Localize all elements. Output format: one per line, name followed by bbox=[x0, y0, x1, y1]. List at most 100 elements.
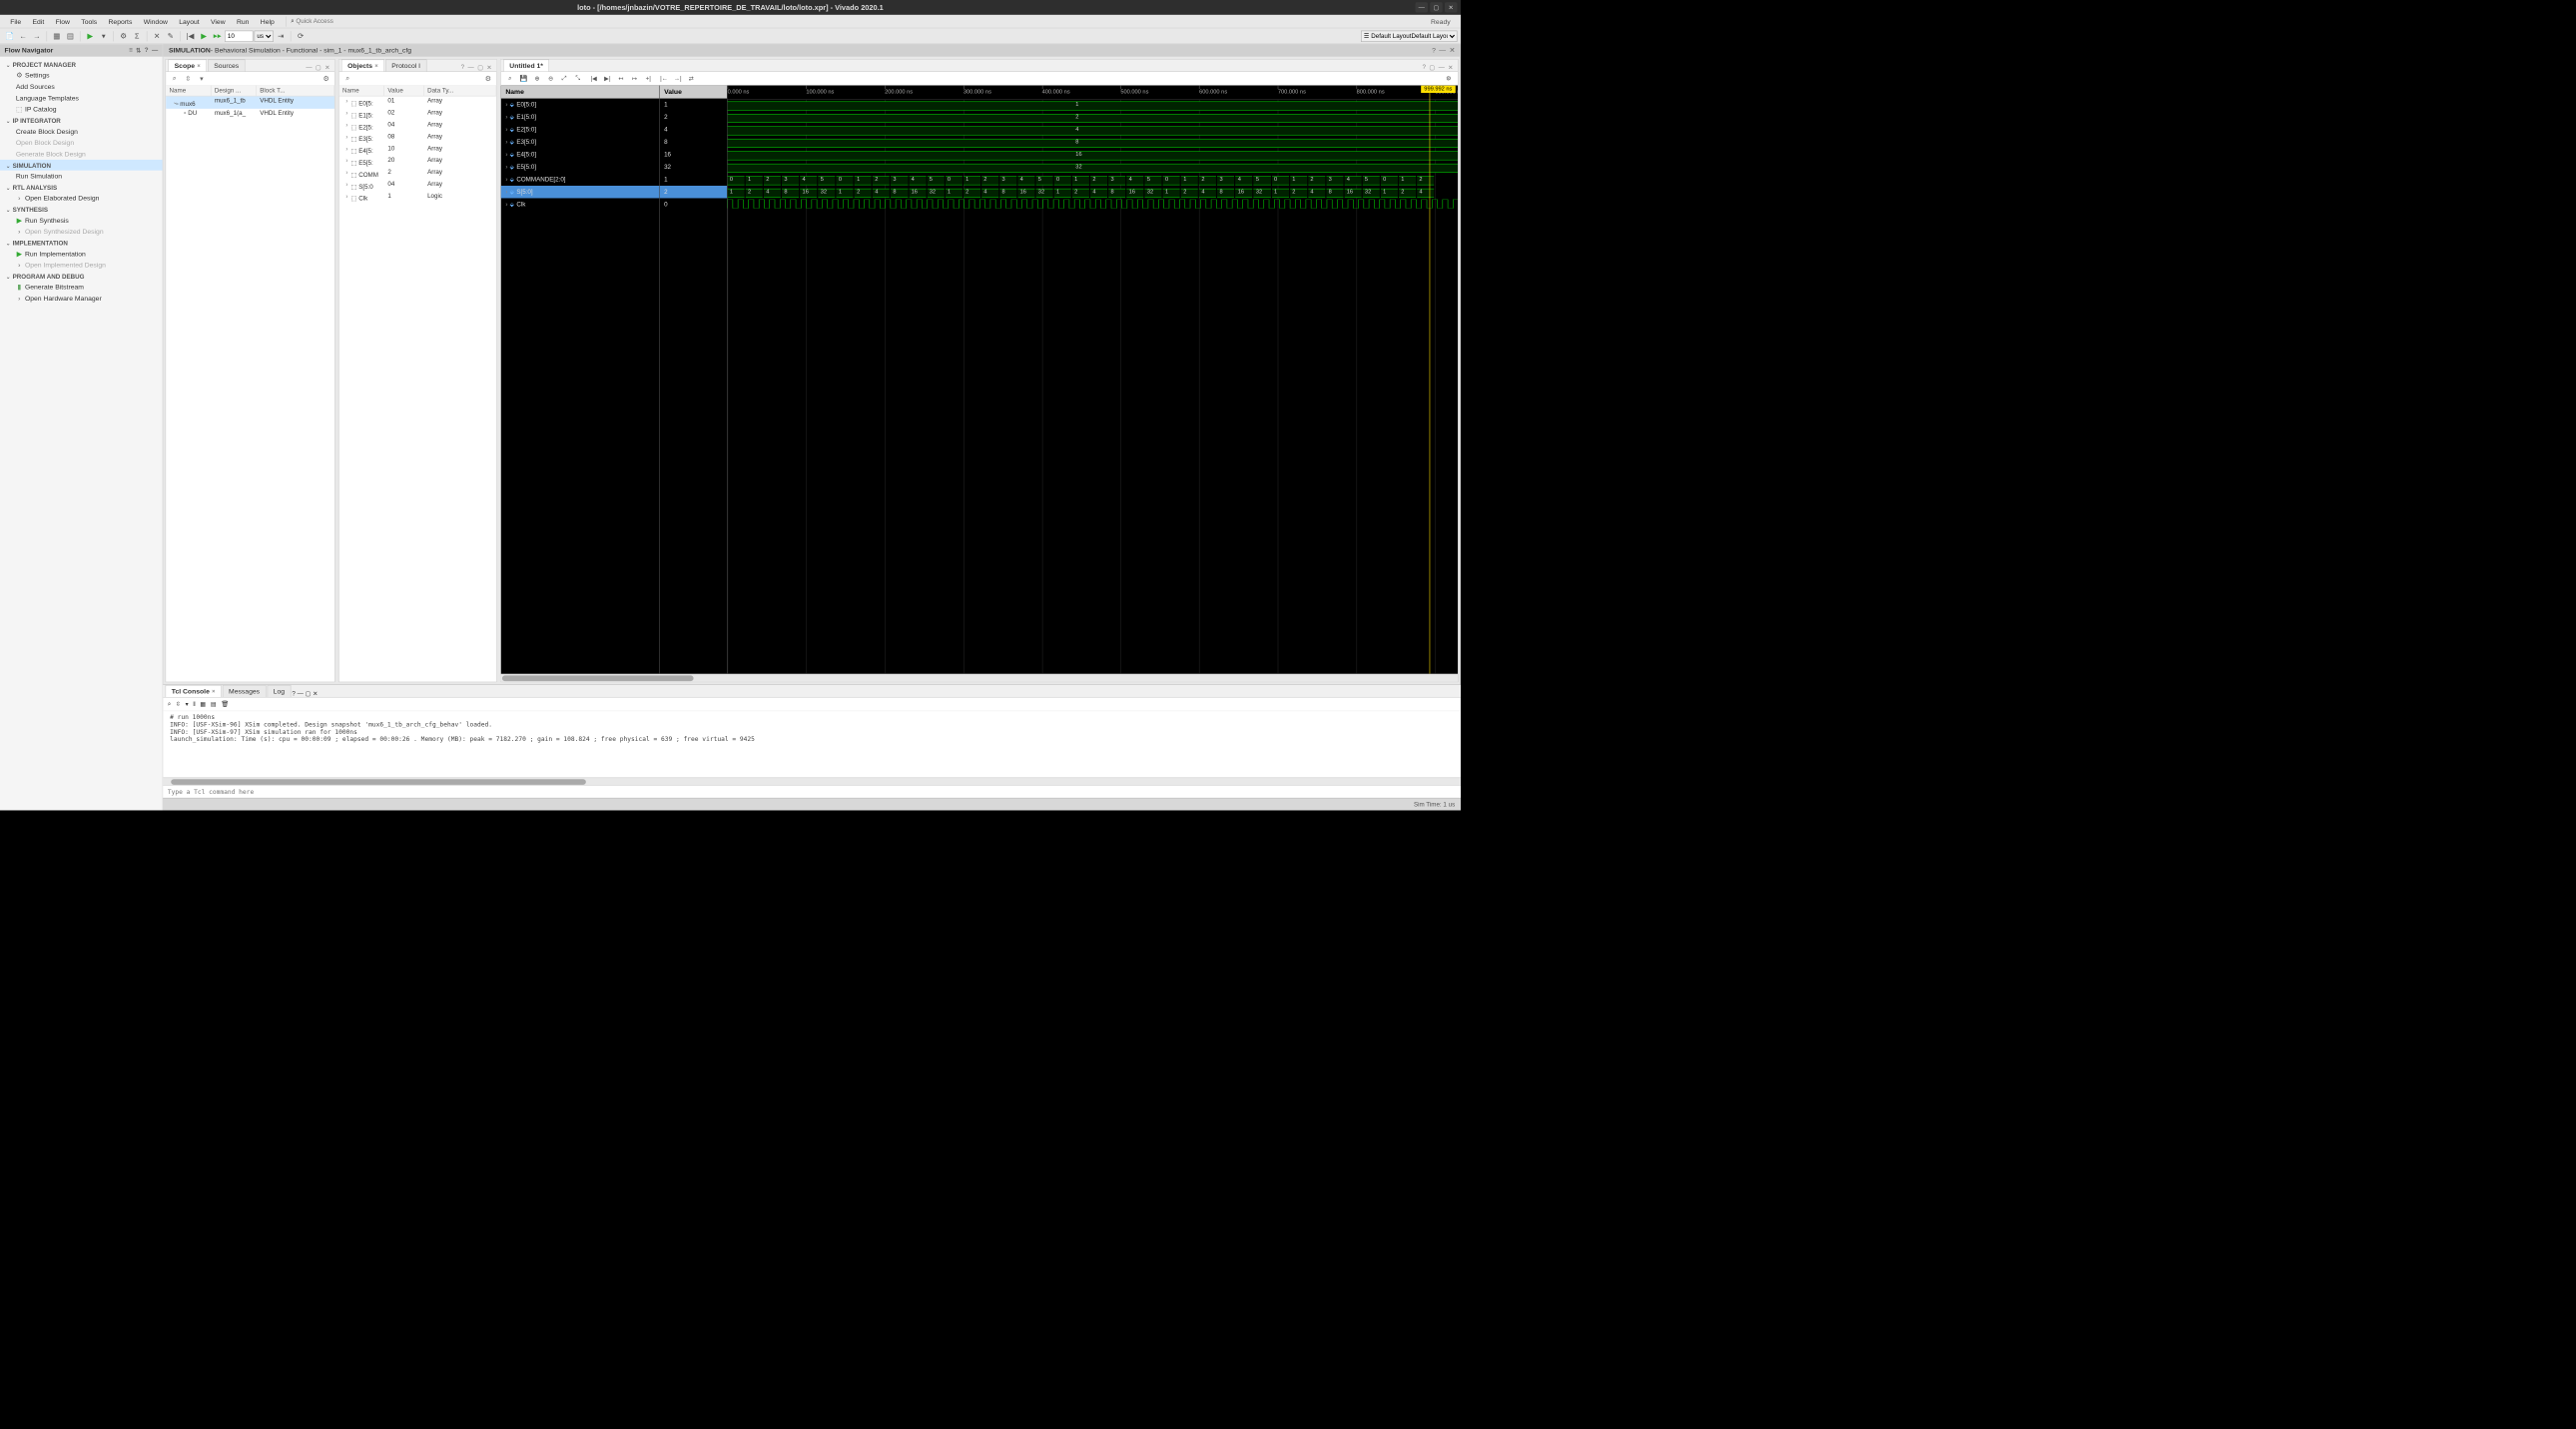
save-icon[interactable]: 💾 bbox=[518, 73, 529, 84]
maximize-icon[interactable]: ▢ bbox=[306, 690, 312, 697]
minimize-panel-icon[interactable]: — bbox=[1439, 46, 1446, 54]
menu-layout[interactable]: Layout bbox=[174, 17, 206, 25]
run-icon[interactable] bbox=[84, 30, 96, 42]
console-output[interactable]: # run 1000ns INFO: [USF-XSim-96] XSim co… bbox=[163, 711, 1461, 777]
next-marker-icon[interactable]: →| bbox=[672, 73, 683, 84]
wave-row[interactable]: 1 bbox=[728, 100, 1458, 112]
close-icon[interactable]: ✕ bbox=[1448, 64, 1453, 71]
close-tab-icon[interactable]: × bbox=[197, 63, 200, 69]
swap-icon[interactable]: ⇄ bbox=[686, 73, 697, 84]
clear-icon[interactable]: ▦ bbox=[200, 700, 206, 707]
close-icon[interactable]: ✕ bbox=[324, 64, 329, 71]
run-for-value[interactable] bbox=[225, 30, 253, 41]
close-icon[interactable]: ✕ bbox=[313, 690, 318, 697]
object-row[interactable]: › ⬚ S[5:004Array bbox=[339, 180, 497, 192]
flow-item-run-implementation[interactable]: Run Implementation bbox=[0, 248, 163, 259]
flow-item-run-synthesis[interactable]: Run Synthesis bbox=[0, 215, 163, 226]
flow-item-create-block-design[interactable]: Create Block Design bbox=[0, 126, 163, 137]
next-trans-icon[interactable]: ↦ bbox=[629, 73, 640, 84]
cancel-icon[interactable]: ✕ bbox=[151, 30, 163, 42]
help-icon[interactable]: ? bbox=[145, 47, 149, 54]
help-icon[interactable]: ? bbox=[461, 64, 464, 71]
run-for-unit[interactable]: us bbox=[255, 30, 274, 41]
help-icon[interactable]: ? bbox=[1422, 64, 1425, 71]
waveform-chart[interactable]: 999.992 ns 0.000 ns100.000 ns200.000 ns3… bbox=[728, 86, 1458, 674]
pause-icon[interactable] bbox=[193, 701, 196, 708]
flow-section-ip-integrator[interactable]: IP INTEGRATOR bbox=[0, 115, 163, 126]
menu-tools[interactable]: Tools bbox=[76, 17, 103, 25]
wave-signal-name[interactable]: ›⬙E3[5:0] bbox=[501, 136, 659, 148]
dropdown-run-icon[interactable]: ▾ bbox=[98, 30, 110, 42]
hide-icon[interactable]: — bbox=[152, 47, 158, 54]
flow-item-open-hardware-manager[interactable]: Open Hardware Manager bbox=[0, 293, 163, 304]
flow-section-simulation[interactable]: SIMULATION bbox=[0, 160, 163, 171]
wave-h-scrollbar[interactable] bbox=[501, 674, 1458, 682]
wave-signal-name[interactable]: ›⬙E4[5:0] bbox=[501, 149, 659, 161]
minimize-icon[interactable]: — bbox=[306, 64, 312, 71]
search-icon[interactable] bbox=[168, 700, 171, 707]
menu-window[interactable]: Window bbox=[138, 17, 174, 25]
object-row[interactable]: › ⬚ E3[5:08Array bbox=[339, 132, 497, 144]
layout-select[interactable]: ☰ Default LayoutDefault Layout bbox=[1361, 30, 1457, 41]
tab-objects[interactable]: Objects × bbox=[341, 60, 384, 72]
minimize-button[interactable]: — bbox=[1415, 2, 1427, 12]
wave-row[interactable]: 4 bbox=[728, 125, 1458, 137]
col-type[interactable]: Data Ty... bbox=[424, 86, 497, 96]
collapse-icon[interactable]: ≡ bbox=[129, 47, 133, 54]
minimize-icon[interactable]: — bbox=[298, 690, 304, 697]
tab-sources[interactable]: Sources bbox=[208, 60, 245, 72]
flow-item-open-elaborated-design[interactable]: Open Elaborated Design bbox=[0, 193, 163, 204]
search-icon[interactable] bbox=[342, 73, 352, 83]
object-row[interactable]: › ⬚ Clk1Logic bbox=[339, 192, 497, 204]
redo-icon[interactable]: → bbox=[31, 30, 43, 42]
wave-row[interactable]: 012345012345012345012345012345012345012 bbox=[728, 175, 1458, 187]
filter-icon[interactable]: ▾ bbox=[197, 73, 207, 83]
wave-signal-name[interactable]: ›⬙Clk bbox=[501, 198, 659, 210]
tab-messages[interactable]: Messages bbox=[223, 685, 266, 697]
wave-signal-name[interactable]: ›⬙S[5:0] bbox=[501, 186, 659, 198]
tab-waveform[interactable]: Untitled 1* bbox=[503, 60, 549, 72]
relaunch-icon[interactable] bbox=[295, 30, 307, 42]
menu-file[interactable]: File bbox=[5, 17, 27, 25]
tcl-command-input[interactable] bbox=[163, 786, 1461, 798]
zoom-out-icon[interactable]: ⊖ bbox=[545, 73, 556, 84]
tab-tcl-console[interactable]: Tcl Console × bbox=[166, 685, 222, 697]
time-cursor[interactable] bbox=[1430, 86, 1431, 674]
flow-section-program-and-debug[interactable]: PROGRAM AND DEBUG bbox=[0, 271, 163, 282]
object-row[interactable]: › ⬚ E5[5:20Array bbox=[339, 156, 497, 168]
menu-run[interactable]: Run bbox=[231, 17, 255, 25]
gear-icon[interactable]: ⚙ bbox=[117, 30, 129, 42]
flow-item-ip-catalog[interactable]: IP Catalog bbox=[0, 104, 163, 115]
flow-section-implementation[interactable]: IMPLEMENTATION bbox=[0, 238, 163, 249]
add-marker-icon[interactable]: +| bbox=[643, 73, 654, 84]
wave-signal-name[interactable]: ›⬙E2[5:0] bbox=[501, 124, 659, 136]
toggle-icon[interactable]: ▤ bbox=[211, 700, 217, 707]
paste-icon[interactable]: ▤ bbox=[64, 30, 76, 42]
go-start-icon[interactable] bbox=[588, 73, 599, 84]
maximize-button[interactable]: ▢ bbox=[1430, 2, 1442, 12]
wave-row[interactable]: 1248163212481632124816321248163212481632… bbox=[728, 187, 1458, 199]
flow-item-generate-bitstream[interactable]: Generate Bitstream bbox=[0, 282, 163, 293]
close-icon[interactable]: ✕ bbox=[486, 64, 491, 71]
col-name[interactable]: Name bbox=[339, 86, 384, 96]
maximize-icon[interactable]: ▢ bbox=[316, 64, 322, 71]
object-row[interactable]: › ⬚ E2[5:04Array bbox=[339, 120, 497, 132]
menu-reports[interactable]: Reports bbox=[103, 17, 138, 25]
flow-item-run-simulation[interactable]: Run Simulation bbox=[0, 171, 163, 182]
gear-icon[interactable]: ⚙ bbox=[483, 73, 493, 83]
wave-row[interactable]: 32 bbox=[728, 162, 1458, 174]
edit-icon[interactable]: ✎ bbox=[164, 30, 176, 42]
tab-scope[interactable]: Scope × bbox=[168, 60, 206, 72]
col-value[interactable]: Value bbox=[384, 86, 424, 96]
wave-signal-name[interactable]: ›⬙E1[5:0] bbox=[501, 111, 659, 123]
flow-section-project-manager[interactable]: PROJECT MANAGER bbox=[0, 59, 163, 70]
search-icon[interactable] bbox=[170, 73, 180, 83]
scope-row[interactable]: ▫ DUmux6_1(a_VHDL Entity bbox=[166, 109, 334, 118]
help-icon[interactable]: ? bbox=[292, 690, 295, 697]
maximize-icon[interactable]: ▢ bbox=[477, 64, 483, 71]
wave-row[interactable]: 8 bbox=[728, 137, 1458, 149]
run-step-icon[interactable] bbox=[211, 30, 223, 42]
col-design[interactable]: Design ... bbox=[211, 86, 256, 96]
menu-view[interactable]: View bbox=[205, 17, 231, 25]
gear-icon[interactable]: ⚙ bbox=[321, 73, 330, 83]
